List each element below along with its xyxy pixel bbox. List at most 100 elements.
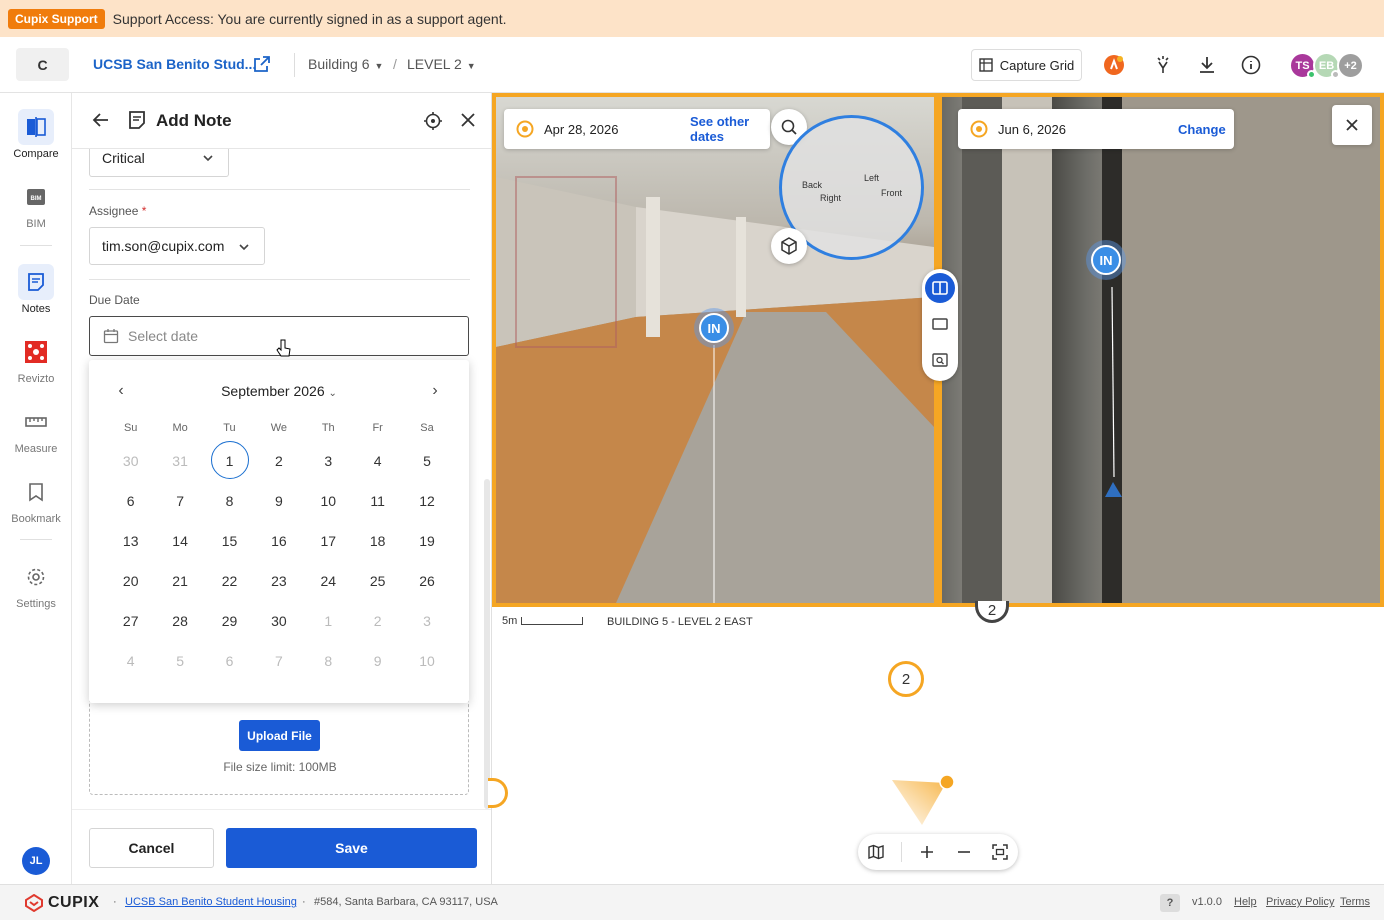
calendar-day[interactable]: 2 <box>353 603 402 639</box>
calendar-day[interactable]: 25 <box>353 563 402 599</box>
calendar-day[interactable]: 10 <box>304 483 353 519</box>
right-date-chip[interactable]: Jun 6, 2026 Change <box>958 109 1234 149</box>
calendar-day[interactable]: 1 <box>304 603 353 639</box>
calendar-day[interactable]: 3 <box>402 603 451 639</box>
footer-project-link[interactable]: UCSB San Benito Student Housing <box>125 896 297 908</box>
nav-measure[interactable]: Measure <box>0 392 72 462</box>
calendar-month[interactable]: September 2026 ⌄ <box>89 383 469 399</box>
calendar-day[interactable]: 21 <box>155 563 204 599</box>
calendar-day[interactable]: 5 <box>155 643 204 679</box>
calendar-day[interactable]: 14 <box>155 523 204 559</box>
map-marker[interactable]: 2 <box>975 601 1009 623</box>
calendar-day[interactable]: 8 <box>304 643 353 679</box>
assignee-select[interactable]: tim.son@cupix.com <box>89 227 265 265</box>
upload-file-button[interactable]: Upload File <box>239 720 320 751</box>
download-icon[interactable] <box>1195 53 1219 77</box>
change-date-link[interactable]: Change <box>1178 122 1226 137</box>
calendar-day[interactable]: 1 <box>205 441 254 479</box>
calendar-day[interactable]: 10 <box>402 643 451 679</box>
calendar-day[interactable]: 24 <box>304 563 353 599</box>
calendar-day[interactable]: 22 <box>205 563 254 599</box>
calendar-day[interactable]: 13 <box>106 523 155 559</box>
org-switcher[interactable]: C <box>16 48 69 81</box>
calendar-day[interactable]: 4 <box>353 443 402 479</box>
calendar-day[interactable]: 6 <box>205 643 254 679</box>
back-arrow-icon[interactable] <box>92 111 110 132</box>
calendar-day[interactable]: 23 <box>254 563 303 599</box>
locate-icon[interactable] <box>423 111 443 134</box>
avatar-more[interactable]: +2 <box>1337 52 1364 79</box>
cube-view-button[interactable] <box>771 228 807 264</box>
breadcrumb-building[interactable]: Building 6 ▼ <box>308 56 383 72</box>
inspect-view-button[interactable] <box>925 345 955 375</box>
split-view-button[interactable] <box>925 273 955 303</box>
terms-link[interactable]: Terms <box>1340 896 1370 908</box>
lightbulb-icon[interactable] <box>1151 53 1175 77</box>
calendar-day[interactable]: 8 <box>205 483 254 519</box>
capture-grid-button[interactable]: Capture Grid <box>971 49 1082 81</box>
nav-bookmark[interactable]: Bookmark <box>0 462 72 532</box>
calendar-day[interactable]: 11 <box>353 483 402 519</box>
fit-view-button[interactable] <box>989 841 1011 863</box>
left-date-chip[interactable]: Apr 28, 2026 See other dates <box>504 109 770 149</box>
calendar-day[interactable]: 6 <box>106 483 155 519</box>
user-avatar[interactable]: JL <box>22 847 50 875</box>
calendar-day[interactable]: 27 <box>106 603 155 639</box>
map-view-button[interactable] <box>865 841 887 863</box>
nav-compare[interactable]: Compare <box>0 97 72 167</box>
nav-bim[interactable]: BIM BIM <box>0 167 72 237</box>
calendar-day[interactable]: 5 <box>402 443 451 479</box>
help-shortcut-icon[interactable]: ? <box>1160 894 1180 912</box>
compare-viewer: Apr 28, 2026 See other dates Back Left R… <box>492 93 1384 607</box>
calendar-day[interactable]: 31 <box>155 443 204 479</box>
calendar-day[interactable]: 30 <box>106 443 155 479</box>
see-other-dates-link[interactable]: See other dates <box>690 114 770 144</box>
calendar-day[interactable]: 15 <box>205 523 254 559</box>
calendar-day[interactable]: 17 <box>304 523 353 559</box>
cancel-button[interactable]: Cancel <box>89 828 214 868</box>
calendar-day[interactable]: 19 <box>402 523 451 559</box>
calendar-day[interactable]: 7 <box>254 643 303 679</box>
project-name[interactable]: UCSB San Benito Stud... <box>93 56 256 72</box>
zoom-in-button[interactable] <box>916 841 938 863</box>
calendar-day[interactable]: 28 <box>155 603 204 639</box>
calendar-day[interactable]: 12 <box>402 483 451 519</box>
calendar-day[interactable]: 2 <box>254 443 303 479</box>
calendar-day[interactable]: 20 <box>106 563 155 599</box>
location-pin-left[interactable]: IN <box>694 308 734 348</box>
pano-left[interactable]: Apr 28, 2026 See other dates Back Left R… <box>496 97 934 603</box>
close-compare-button[interactable] <box>1332 105 1372 145</box>
info-icon[interactable] <box>1239 53 1263 77</box>
external-link-icon[interactable] <box>252 54 272 74</box>
calendar-day[interactable]: 4 <box>106 643 155 679</box>
nav-revizto[interactable]: Revizto <box>0 322 72 392</box>
close-icon[interactable] <box>460 112 476 131</box>
calendar-day[interactable]: 26 <box>402 563 451 599</box>
next-month-button[interactable]: › <box>425 383 445 403</box>
scale-label: 5m <box>502 615 518 627</box>
calendar-day[interactable]: 18 <box>353 523 402 559</box>
breadcrumb-level[interactable]: LEVEL 2 ▼ <box>407 56 476 72</box>
help-link[interactable]: Help <box>1234 896 1257 908</box>
nav-notes[interactable]: Notes <box>0 252 72 322</box>
scrollbar[interactable] <box>484 479 490 809</box>
privacy-link[interactable]: Privacy Policy <box>1266 896 1334 908</box>
pano-right[interactable]: Jun 6, 2026 Change IN <box>942 97 1380 603</box>
map-marker-partial[interactable] <box>488 778 508 808</box>
floor-map[interactable]: 5m BUILDING 5 - LEVEL 2 EAST 2 2 <box>488 601 1384 884</box>
nav-settings[interactable]: Settings <box>0 547 72 617</box>
single-view-button[interactable] <box>925 309 955 339</box>
calendar-day[interactable]: 3 <box>304 443 353 479</box>
calendar-day[interactable]: 30 <box>254 603 303 639</box>
calendar-day[interactable]: 9 <box>254 483 303 519</box>
calendar-day[interactable]: 16 <box>254 523 303 559</box>
map-marker[interactable]: 2 <box>888 661 924 697</box>
calendar-day[interactable]: 7 <box>155 483 204 519</box>
save-button[interactable]: Save <box>226 828 477 868</box>
notification-icon[interactable] <box>1102 53 1126 77</box>
calendar-day[interactable]: 9 <box>353 643 402 679</box>
calendar-day[interactable]: 29 <box>205 603 254 639</box>
support-banner: Cupix Support Support Access: You are cu… <box>0 0 1384 37</box>
location-pin-right[interactable]: IN <box>1086 240 1126 280</box>
zoom-out-button[interactable] <box>953 841 975 863</box>
